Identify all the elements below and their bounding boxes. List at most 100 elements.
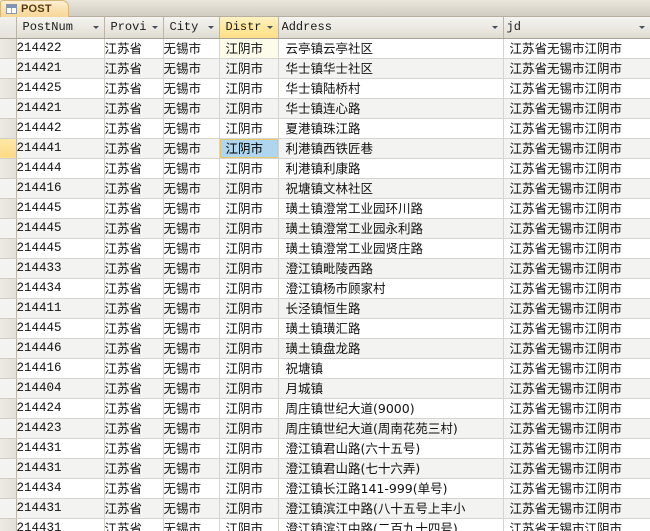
cell-postnum[interactable]: 214433 [16,258,105,279]
cell-district[interactable]: 江阴市 [219,338,279,359]
table-row[interactable]: 214416 江苏省 无锡市 江阴市 祝塘镇文林社区 江苏省无锡市江阴市 [0,178,650,199]
chevron-down-icon[interactable] [207,23,216,32]
chevron-down-icon[interactable] [266,23,275,32]
select-all-corner[interactable] [0,17,17,39]
cell-city[interactable]: 无锡市 [163,418,220,439]
row-selector[interactable] [0,358,17,379]
cell-district[interactable]: 江阴市 [219,478,279,499]
cell-city[interactable]: 无锡市 [163,298,220,319]
cell-province[interactable]: 江苏省 [104,58,164,79]
cell-postnum[interactable]: 214446 [16,338,105,359]
cell-address[interactable]: 周庄镇世纪大道(周南花苑三村) [278,418,504,439]
cell-province[interactable]: 江苏省 [104,78,164,99]
cell-province[interactable]: 江苏省 [104,458,164,479]
table-row[interactable]: 214423 江苏省 无锡市 江阴市 周庄镇世纪大道(周南花苑三村) 江苏省无锡市江阴市 [0,418,650,439]
row-selector[interactable] [0,478,17,499]
cell-district[interactable]: 江阴市 [219,318,279,339]
cell-province[interactable]: 江苏省 [104,518,164,531]
row-selector[interactable] [0,118,17,139]
table-row[interactable]: 214444 江苏省 无锡市 江阴市 利港镇利康路 江苏省无锡市江阴市 [0,158,650,179]
cell-jd[interactable]: 江苏省无锡市江阴市 [503,518,650,531]
cell-postnum[interactable]: 214442 [16,118,105,139]
cell-province[interactable]: 江苏省 [104,378,164,399]
cell-province[interactable]: 江苏省 [104,138,164,159]
cell-jd[interactable]: 江苏省无锡市江阴市 [503,498,650,519]
cell-city[interactable]: 无锡市 [163,38,220,59]
cell-address[interactable]: 华士镇华士社区 [278,58,504,79]
cell-district[interactable]: 江阴市 [219,258,279,279]
row-selector[interactable] [0,398,17,419]
column-header-province[interactable]: Provir [104,17,164,39]
table-row[interactable]: 214422 江苏省 无锡市 江阴市 云亭镇云亭社区 江苏省无锡市江阴市 [0,38,650,59]
cell-city[interactable]: 无锡市 [163,458,220,479]
row-selector[interactable] [0,338,17,359]
cell-district[interactable]: 江阴市 [219,418,279,439]
cell-jd[interactable]: 江苏省无锡市江阴市 [503,478,650,499]
table-row[interactable]: 214431 江苏省 无锡市 江阴市 澄江镇滨江中路(八十五号上丰小 江苏省无锡市江阴市 [0,498,650,519]
cell-postnum[interactable]: 214445 [16,218,105,239]
cell-postnum[interactable]: 214431 [16,438,105,459]
cell-address[interactable]: 祝塘镇 [278,358,504,379]
row-selector[interactable] [0,138,17,159]
cell-jd[interactable]: 江苏省无锡市江阴市 [503,78,650,99]
datasheet-grid[interactable]: PostNum Provir City [0,17,650,531]
cell-city[interactable]: 无锡市 [163,278,220,299]
cell-postnum[interactable]: 214431 [16,518,105,531]
cell-province[interactable]: 江苏省 [104,238,164,259]
cell-city[interactable]: 无锡市 [163,198,220,219]
cell-province[interactable]: 江苏省 [104,298,164,319]
table-row[interactable]: 214421 江苏省 无锡市 江阴市 华士镇华士社区 江苏省无锡市江阴市 [0,58,650,79]
cell-jd[interactable]: 江苏省无锡市江阴市 [503,158,650,179]
cell-district[interactable]: 江阴市 [219,78,279,99]
cell-postnum[interactable]: 214404 [16,378,105,399]
table-row[interactable]: 214441 江苏省 无锡市 江阴市 利港镇西铁匠巷 江苏省无锡市江阴市 [0,138,650,159]
row-selector[interactable] [0,78,17,99]
cell-city[interactable]: 无锡市 [163,178,220,199]
table-row[interactable]: 214446 江苏省 无锡市 江阴市 璜土镇盘龙路 江苏省无锡市江阴市 [0,338,650,359]
row-selector[interactable] [0,258,17,279]
cell-address[interactable]: 澄江镇君山路(六十五号) [278,438,504,459]
cell-postnum[interactable]: 214445 [16,238,105,259]
table-row[interactable]: 214431 江苏省 无锡市 江阴市 澄江镇滨江中路(二百九十四号) 江苏省无锡市江阴市 [0,518,650,531]
cell-jd[interactable]: 江苏省无锡市江阴市 [503,458,650,479]
cell-address[interactable]: 利港镇西铁匠巷 [278,138,504,159]
table-row[interactable]: 214445 江苏省 无锡市 江阴市 璜土镇澄常工业园贤庄路 江苏省无锡市江阴市 [0,238,650,259]
cell-postnum[interactable]: 214431 [16,498,105,519]
chevron-down-icon[interactable] [92,23,101,32]
row-selector[interactable] [0,318,17,339]
cell-district[interactable]: 江阴市 [219,238,279,259]
table-row[interactable]: 214425 江苏省 无锡市 江阴市 华士镇陆桥村 江苏省无锡市江阴市 [0,78,650,99]
cell-address[interactable]: 澄江镇长江路141-999(单号) [278,478,504,499]
cell-jd[interactable]: 江苏省无锡市江阴市 [503,298,650,319]
cell-jd[interactable]: 江苏省无锡市江阴市 [503,198,650,219]
cell-district[interactable]: 江阴市 [219,358,279,379]
cell-jd[interactable]: 江苏省无锡市江阴市 [503,378,650,399]
cell-district[interactable]: 江阴市 [219,38,279,59]
cell-address[interactable]: 璜土镇澄常工业园永利路 [278,218,504,239]
cell-district[interactable]: 江阴市 [219,178,279,199]
table-row[interactable]: 214445 江苏省 无锡市 江阴市 璜土镇澄常工业园环川路 江苏省无锡市江阴市 [0,198,650,219]
cell-district[interactable]: 江阴市 [219,298,279,319]
cell-city[interactable]: 无锡市 [163,438,220,459]
cell-district[interactable]: 江阴市 [219,198,279,219]
table-row[interactable]: 214416 江苏省 无锡市 江阴市 祝塘镇 江苏省无锡市江阴市 [0,358,650,379]
cell-province[interactable]: 江苏省 [104,118,164,139]
cell-postnum[interactable]: 214416 [16,178,105,199]
cell-province[interactable]: 江苏省 [104,358,164,379]
cell-jd[interactable]: 江苏省无锡市江阴市 [503,238,650,259]
cell-postnum[interactable]: 214445 [16,318,105,339]
cell-address[interactable]: 璜土镇澄常工业园贤庄路 [278,238,504,259]
row-selector[interactable] [0,58,17,79]
table-row[interactable]: 214445 江苏省 无锡市 江阴市 璜土镇璜汇路 江苏省无锡市江阴市 [0,318,650,339]
row-selector[interactable] [0,438,17,459]
cell-province[interactable]: 江苏省 [104,418,164,439]
row-selector[interactable] [0,158,17,179]
cell-address[interactable]: 璜土镇澄常工业园环川路 [278,198,504,219]
cell-city[interactable]: 无锡市 [163,518,220,531]
table-row[interactable]: 214445 江苏省 无锡市 江阴市 璜土镇澄常工业园永利路 江苏省无锡市江阴市 [0,218,650,239]
chevron-down-icon[interactable] [491,23,500,32]
cell-province[interactable]: 江苏省 [104,438,164,459]
cell-province[interactable]: 江苏省 [104,478,164,499]
cell-district[interactable]: 江阴市 [219,158,279,179]
cell-province[interactable]: 江苏省 [104,38,164,59]
